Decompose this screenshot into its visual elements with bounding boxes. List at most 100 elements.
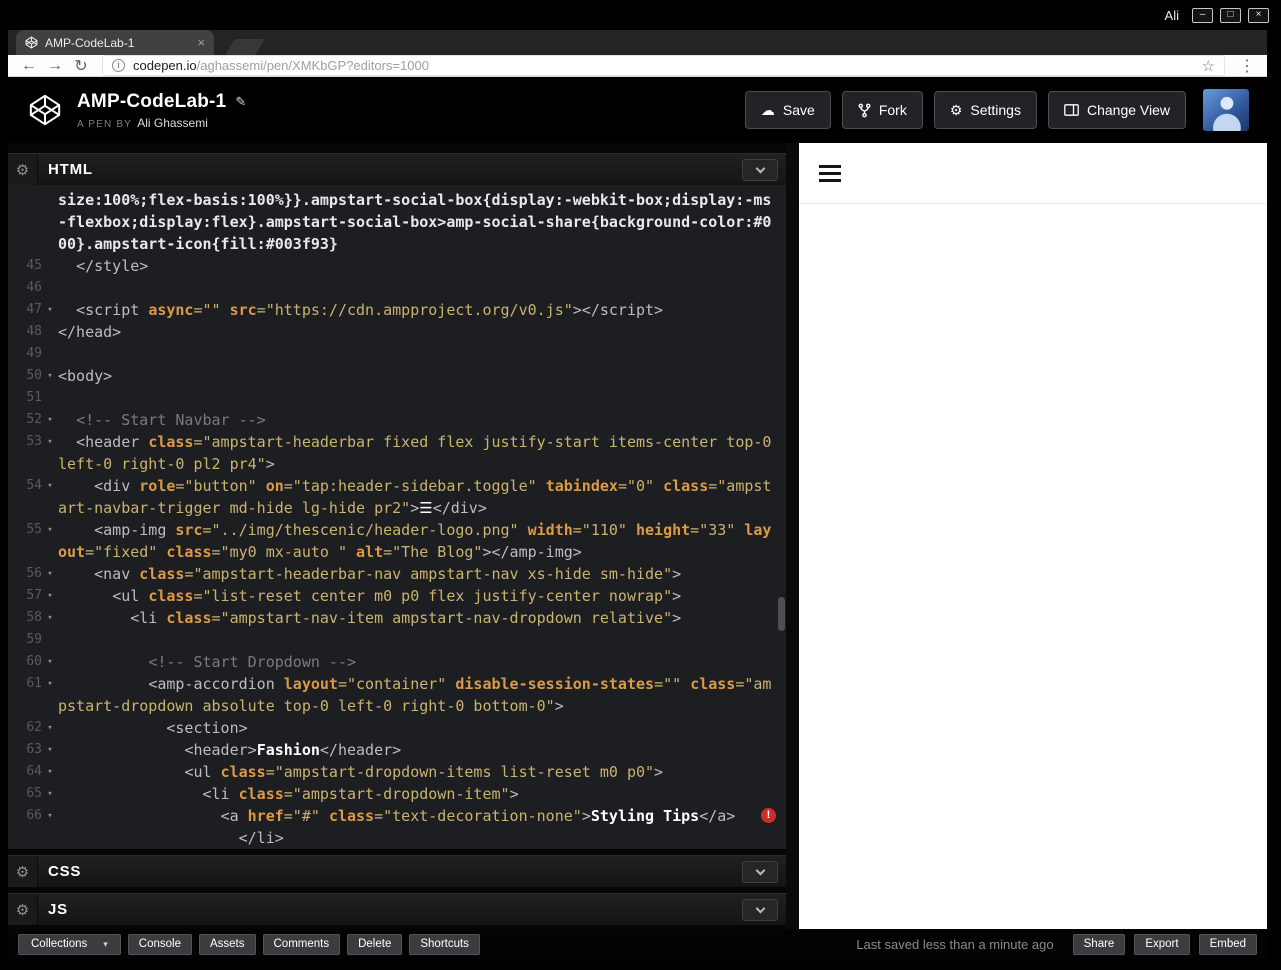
save-button[interactable]: ☁ Save xyxy=(744,91,831,129)
code-line[interactable]: 63 ▾ <header>Fashion</header> xyxy=(8,739,786,761)
window-maximize-button[interactable]: □ xyxy=(1220,7,1241,23)
code-line[interactable]: 56 ▾ <nav class="ampstart-headerbar-nav a… xyxy=(8,563,786,585)
fold-arrow-icon[interactable]: ▾ xyxy=(42,607,58,629)
code-token: src xyxy=(175,521,203,539)
html-collapse-button[interactable] xyxy=(742,158,778,181)
footer-share-button[interactable]: Share xyxy=(1072,933,1126,955)
code-line[interactable]: 48 </head> xyxy=(8,321,786,343)
fold-arrow-icon[interactable]: ▾ xyxy=(42,431,58,475)
fold-arrow-icon[interactable]: ▾ xyxy=(42,475,58,519)
change-view-icon xyxy=(1064,104,1079,116)
window-close-button[interactable]: × xyxy=(1248,7,1269,23)
new-tab-button[interactable] xyxy=(225,39,265,55)
code-line[interactable]: 64 ▾ <ul class="ampstart-dropdown-items l… xyxy=(8,761,786,783)
code-line[interactable]: 57 ▾ <ul class="list-reset center m0 p0 f… xyxy=(8,585,786,607)
code-line[interactable]: 60 ▾ <!-- Start Dropdown --> xyxy=(8,651,786,673)
fold-arrow-icon[interactable]: ▾ xyxy=(42,805,58,827)
fold-arrow-icon[interactable]: ▾ xyxy=(42,585,58,607)
reload-icon[interactable]: ↻ xyxy=(68,56,94,76)
codepen-logo-icon[interactable] xyxy=(28,93,62,127)
footer-comments-button[interactable]: Comments xyxy=(262,933,341,955)
footer-export-button[interactable]: Export xyxy=(1134,933,1190,955)
html-panel: ⚙ HTML size:100%;flex-basis:100%}}.ampst… xyxy=(8,153,786,849)
forward-icon[interactable]: → xyxy=(42,57,68,75)
code-line[interactable]: </li> xyxy=(8,827,786,849)
collections-dropdown[interactable]: Collections ▾ xyxy=(18,933,121,955)
code-token: </style> xyxy=(58,257,149,275)
author-link[interactable]: Ali Ghassemi xyxy=(137,116,208,130)
code-line[interactable]: size:100%;flex-basis:100%}}.ampstart-soc… xyxy=(8,189,786,255)
fold-arrow-icon[interactable]: ▾ xyxy=(42,299,58,321)
lint-error-badge[interactable]: ! xyxy=(761,808,776,823)
code-line[interactable]: 49 xyxy=(8,343,786,365)
code-area[interactable]: size:100%;flex-basis:100%}}.ampstart-soc… xyxy=(8,185,786,849)
fold-arrow-icon[interactable]: ▾ xyxy=(42,519,58,563)
edit-title-icon[interactable]: ✎ xyxy=(235,94,246,110)
js-panel-header[interactable]: ⚙ JS xyxy=(8,893,786,925)
code-line[interactable]: 45 </style> xyxy=(8,255,786,277)
code-line[interactable]: 54 ▾ <div role="button" on="tap:header-si… xyxy=(8,475,786,519)
code-line[interactable]: 52 ▾ <!-- Start Navbar --> xyxy=(8,409,786,431)
code-token: class xyxy=(238,785,284,803)
back-icon[interactable]: ← xyxy=(16,57,42,75)
html-panel-header[interactable]: ⚙ HTML xyxy=(8,153,786,185)
browser-tab[interactable]: AMP-CodeLab-1 × xyxy=(16,30,214,55)
window-minimize-button[interactable]: – xyxy=(1192,7,1213,23)
bookmark-star-icon[interactable]: ☆ xyxy=(1202,57,1215,75)
code-line[interactable]: 50 ▾ <body> xyxy=(8,365,786,387)
code-line[interactable]: 59 xyxy=(8,629,786,651)
code-line[interactable]: 66 ▾ <a href="#" class="text-decoration-n… xyxy=(8,805,786,827)
fold-arrow-icon[interactable]: ▾ xyxy=(42,717,58,739)
code-line[interactable]: 61 ▾ <amp-accordion layout="container" di… xyxy=(8,673,786,717)
footer-console-button[interactable]: Console xyxy=(127,933,192,955)
js-collapse-button[interactable] xyxy=(742,898,778,921)
footer-delete-button[interactable]: Delete xyxy=(347,933,403,955)
cloud-icon: ☁ xyxy=(760,101,775,118)
code-line[interactable]: 53 ▾ <header class="ampstart-headerbar fi… xyxy=(8,431,786,475)
url-bar[interactable]: i codepen.io/aghassemi/pen/XMKbGP?editor… xyxy=(102,55,1225,76)
css-panel-header[interactable]: ⚙ CSS xyxy=(8,855,786,887)
code-line[interactable]: 51 xyxy=(8,387,786,409)
settings-button[interactable]: ⚙ Settings xyxy=(933,91,1037,129)
code-line[interactable]: 65 ▾ <li class="ampstart-dropdown-item"> xyxy=(8,783,786,805)
html-settings-gear-icon[interactable]: ⚙ xyxy=(8,154,38,185)
fold-arrow-icon[interactable]: ▾ xyxy=(42,409,58,431)
editor-preview-resizer[interactable] xyxy=(786,143,799,929)
code-line[interactable]: 58 ▾ <li class="ampstart-nav-item ampstar… xyxy=(8,607,786,629)
js-settings-gear-icon[interactable]: ⚙ xyxy=(8,894,38,925)
line-number: 54 xyxy=(26,478,42,493)
code-token: Fashion xyxy=(256,741,320,759)
page-info-icon[interactable]: i xyxy=(112,59,125,72)
footer-assets-button[interactable]: Assets xyxy=(198,933,256,955)
tab-close-icon[interactable]: × xyxy=(197,36,205,49)
code-token: ="#" xyxy=(283,807,329,825)
code-token: ="text-decoration-none" xyxy=(374,807,582,825)
line-number: 58 xyxy=(26,610,42,625)
browser-menu-icon[interactable]: ⋮ xyxy=(1239,56,1255,76)
footer-embed-button[interactable]: Embed xyxy=(1198,933,1257,955)
fold-arrow-icon[interactable]: ▾ xyxy=(42,365,58,387)
change-view-button[interactable]: Change View xyxy=(1047,91,1186,129)
fold-arrow-icon[interactable]: ▾ xyxy=(42,783,58,805)
pen-title: AMP-CodeLab-1 xyxy=(77,90,227,112)
footer-shortcuts-button[interactable]: Shortcuts xyxy=(409,933,480,955)
fork-button[interactable]: Fork xyxy=(841,91,923,129)
fold-arrow-icon[interactable]: ▾ xyxy=(42,673,58,717)
editor-scrollbar-thumb[interactable] xyxy=(778,596,785,631)
preview-menu-icon[interactable] xyxy=(819,161,841,186)
fold-arrow-icon[interactable]: ▾ xyxy=(42,739,58,761)
fold-arrow-icon[interactable]: ▾ xyxy=(42,761,58,783)
css-collapse-button[interactable] xyxy=(742,860,778,883)
user-avatar[interactable] xyxy=(1203,89,1249,131)
fold-arrow-icon[interactable]: ▾ xyxy=(42,563,58,585)
code-line[interactable]: 62 ▾ <section> xyxy=(8,717,786,739)
css-settings-gear-icon[interactable]: ⚙ xyxy=(8,856,38,887)
fork-icon xyxy=(858,103,871,118)
code-line[interactable]: 55 ▾ <amp-img src="../img/thescenic/heade… xyxy=(8,519,786,563)
code-text: size:100%;flex-basis:100%}}.ampstart-soc… xyxy=(58,189,786,255)
code-line[interactable]: 47 ▾ <script async="" src="https://cdn.am… xyxy=(8,299,786,321)
code-line[interactable]: 46 xyxy=(8,277,786,299)
fold-arrow-icon[interactable]: ▾ xyxy=(42,651,58,673)
code-token: > xyxy=(581,807,591,825)
